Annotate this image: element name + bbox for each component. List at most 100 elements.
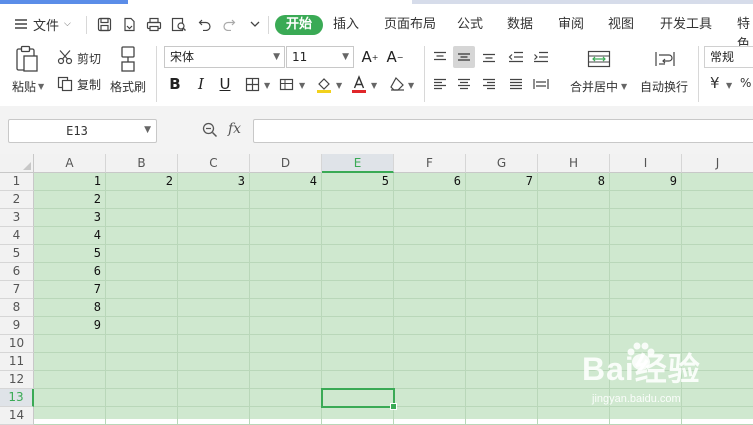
cell-d14[interactable] xyxy=(250,407,322,425)
file-menu[interactable]: 文件 ⌵ xyxy=(14,14,71,34)
cell-a8[interactable]: 8 xyxy=(34,299,106,317)
cell-i9[interactable] xyxy=(610,317,682,335)
row-header-5[interactable]: 5 xyxy=(0,245,34,263)
cell-j11[interactable] xyxy=(682,353,753,371)
cell-f9[interactable] xyxy=(394,317,466,335)
cut-button[interactable]: 剪切 xyxy=(77,50,101,67)
cell-g6[interactable] xyxy=(466,263,538,281)
cell-b9[interactable] xyxy=(106,317,178,335)
fill-color-dropdown-icon[interactable]: ▼ xyxy=(336,81,342,90)
cell-c5[interactable] xyxy=(178,245,250,263)
cell-b12[interactable] xyxy=(106,371,178,389)
cell-area[interactable]: 12345678923456789 xyxy=(34,173,753,425)
cell-style-icon[interactable] xyxy=(276,73,298,95)
wrap-text-button[interactable]: 自动换行 xyxy=(640,78,688,95)
cell-d1[interactable]: 4 xyxy=(250,173,322,191)
cell-h6[interactable] xyxy=(538,263,610,281)
cell-i7[interactable] xyxy=(610,281,682,299)
row-header-4[interactable]: 4 xyxy=(0,227,34,245)
cell-d13[interactable] xyxy=(250,389,322,407)
cell-g7[interactable] xyxy=(466,281,538,299)
cell-b6[interactable] xyxy=(106,263,178,281)
font-color-icon[interactable] xyxy=(348,73,370,95)
row-header-13[interactable]: 13 xyxy=(0,389,34,407)
row-header-7[interactable]: 7 xyxy=(0,281,34,299)
fill-handle[interactable] xyxy=(390,403,397,410)
cell-i12[interactable] xyxy=(610,371,682,389)
cell-h3[interactable] xyxy=(538,209,610,227)
row-header-1[interactable]: 1 xyxy=(0,173,34,191)
cell-i6[interactable] xyxy=(610,263,682,281)
column-header-a[interactable]: A xyxy=(34,154,106,173)
percent-icon[interactable]: % xyxy=(740,76,751,90)
cell-j5[interactable] xyxy=(682,245,753,263)
cell-a5[interactable]: 5 xyxy=(34,245,106,263)
paste-button[interactable]: 粘贴 xyxy=(12,78,36,95)
cell-a1[interactable]: 1 xyxy=(34,173,106,191)
undo-icon[interactable] xyxy=(196,15,214,33)
cell-d11[interactable] xyxy=(250,353,322,371)
cell-a7[interactable]: 7 xyxy=(34,281,106,299)
align-left-icon[interactable] xyxy=(429,73,451,95)
cell-c2[interactable] xyxy=(178,191,250,209)
cell-g5[interactable] xyxy=(466,245,538,263)
cell-b4[interactable] xyxy=(106,227,178,245)
wrap-text-icon[interactable] xyxy=(652,48,678,70)
cell-j10[interactable] xyxy=(682,335,753,353)
fill-color-icon[interactable] xyxy=(313,73,335,95)
zoom-icon[interactable] xyxy=(201,121,219,139)
cell-a10[interactable] xyxy=(34,335,106,353)
align-center-icon[interactable] xyxy=(453,73,475,95)
decrease-indent-icon[interactable] xyxy=(505,46,527,68)
redo-icon[interactable] xyxy=(220,15,238,33)
cell-g14[interactable] xyxy=(466,407,538,425)
cell-d4[interactable] xyxy=(250,227,322,245)
cell-a11[interactable] xyxy=(34,353,106,371)
increase-indent-icon[interactable] xyxy=(530,46,552,68)
name-box[interactable]: E13 ▼ xyxy=(8,119,157,143)
cell-b10[interactable] xyxy=(106,335,178,353)
cell-a6[interactable]: 6 xyxy=(34,263,106,281)
cell-i10[interactable] xyxy=(610,335,682,353)
cell-c7[interactable] xyxy=(178,281,250,299)
font-color-dropdown-icon[interactable]: ▼ xyxy=(371,81,377,90)
cell-d7[interactable] xyxy=(250,281,322,299)
currency-format-button[interactable]: ¥ xyxy=(710,74,720,92)
cell-h11[interactable] xyxy=(538,353,610,371)
export-pdf-icon[interactable] xyxy=(120,15,138,33)
cell-d2[interactable] xyxy=(250,191,322,209)
row-header-2[interactable]: 2 xyxy=(0,191,34,209)
decrease-font-size-icon[interactable]: A − xyxy=(384,46,406,68)
font-size-select[interactable]: 11 ▼ xyxy=(286,46,354,68)
cell-h2[interactable] xyxy=(538,191,610,209)
cell-c11[interactable] xyxy=(178,353,250,371)
cell-a12[interactable] xyxy=(34,371,106,389)
cell-c9[interactable] xyxy=(178,317,250,335)
cell-f5[interactable] xyxy=(394,245,466,263)
tab-view[interactable]: 视图 xyxy=(608,15,634,35)
cell-i13[interactable] xyxy=(610,389,682,407)
paste-dropdown-icon[interactable]: ▼ xyxy=(38,82,44,91)
cell-a14[interactable] xyxy=(34,407,106,425)
row-header-12[interactable]: 12 xyxy=(0,371,34,389)
tab-formulas[interactable]: 公式 xyxy=(457,15,483,35)
cell-d10[interactable] xyxy=(250,335,322,353)
column-header-d[interactable]: D xyxy=(250,154,322,173)
cell-j12[interactable] xyxy=(682,371,753,389)
align-top-icon[interactable] xyxy=(429,46,451,68)
cell-f13[interactable] xyxy=(394,389,466,407)
row-header-6[interactable]: 6 xyxy=(0,263,34,281)
cell-e14[interactable] xyxy=(322,407,394,425)
paste-icon[interactable] xyxy=(14,44,40,74)
clear-format-dropdown-icon[interactable]: ▼ xyxy=(408,81,414,90)
cell-j3[interactable] xyxy=(682,209,753,227)
cell-h10[interactable] xyxy=(538,335,610,353)
save-icon[interactable] xyxy=(95,15,113,33)
tab-page-layout[interactable]: 页面布局 xyxy=(384,15,436,35)
cell-b8[interactable] xyxy=(106,299,178,317)
cell-g13[interactable] xyxy=(466,389,538,407)
cell-e1[interactable]: 5 xyxy=(322,173,394,191)
cell-g10[interactable] xyxy=(466,335,538,353)
cell-f7[interactable] xyxy=(394,281,466,299)
column-header-i[interactable]: I xyxy=(610,154,682,173)
